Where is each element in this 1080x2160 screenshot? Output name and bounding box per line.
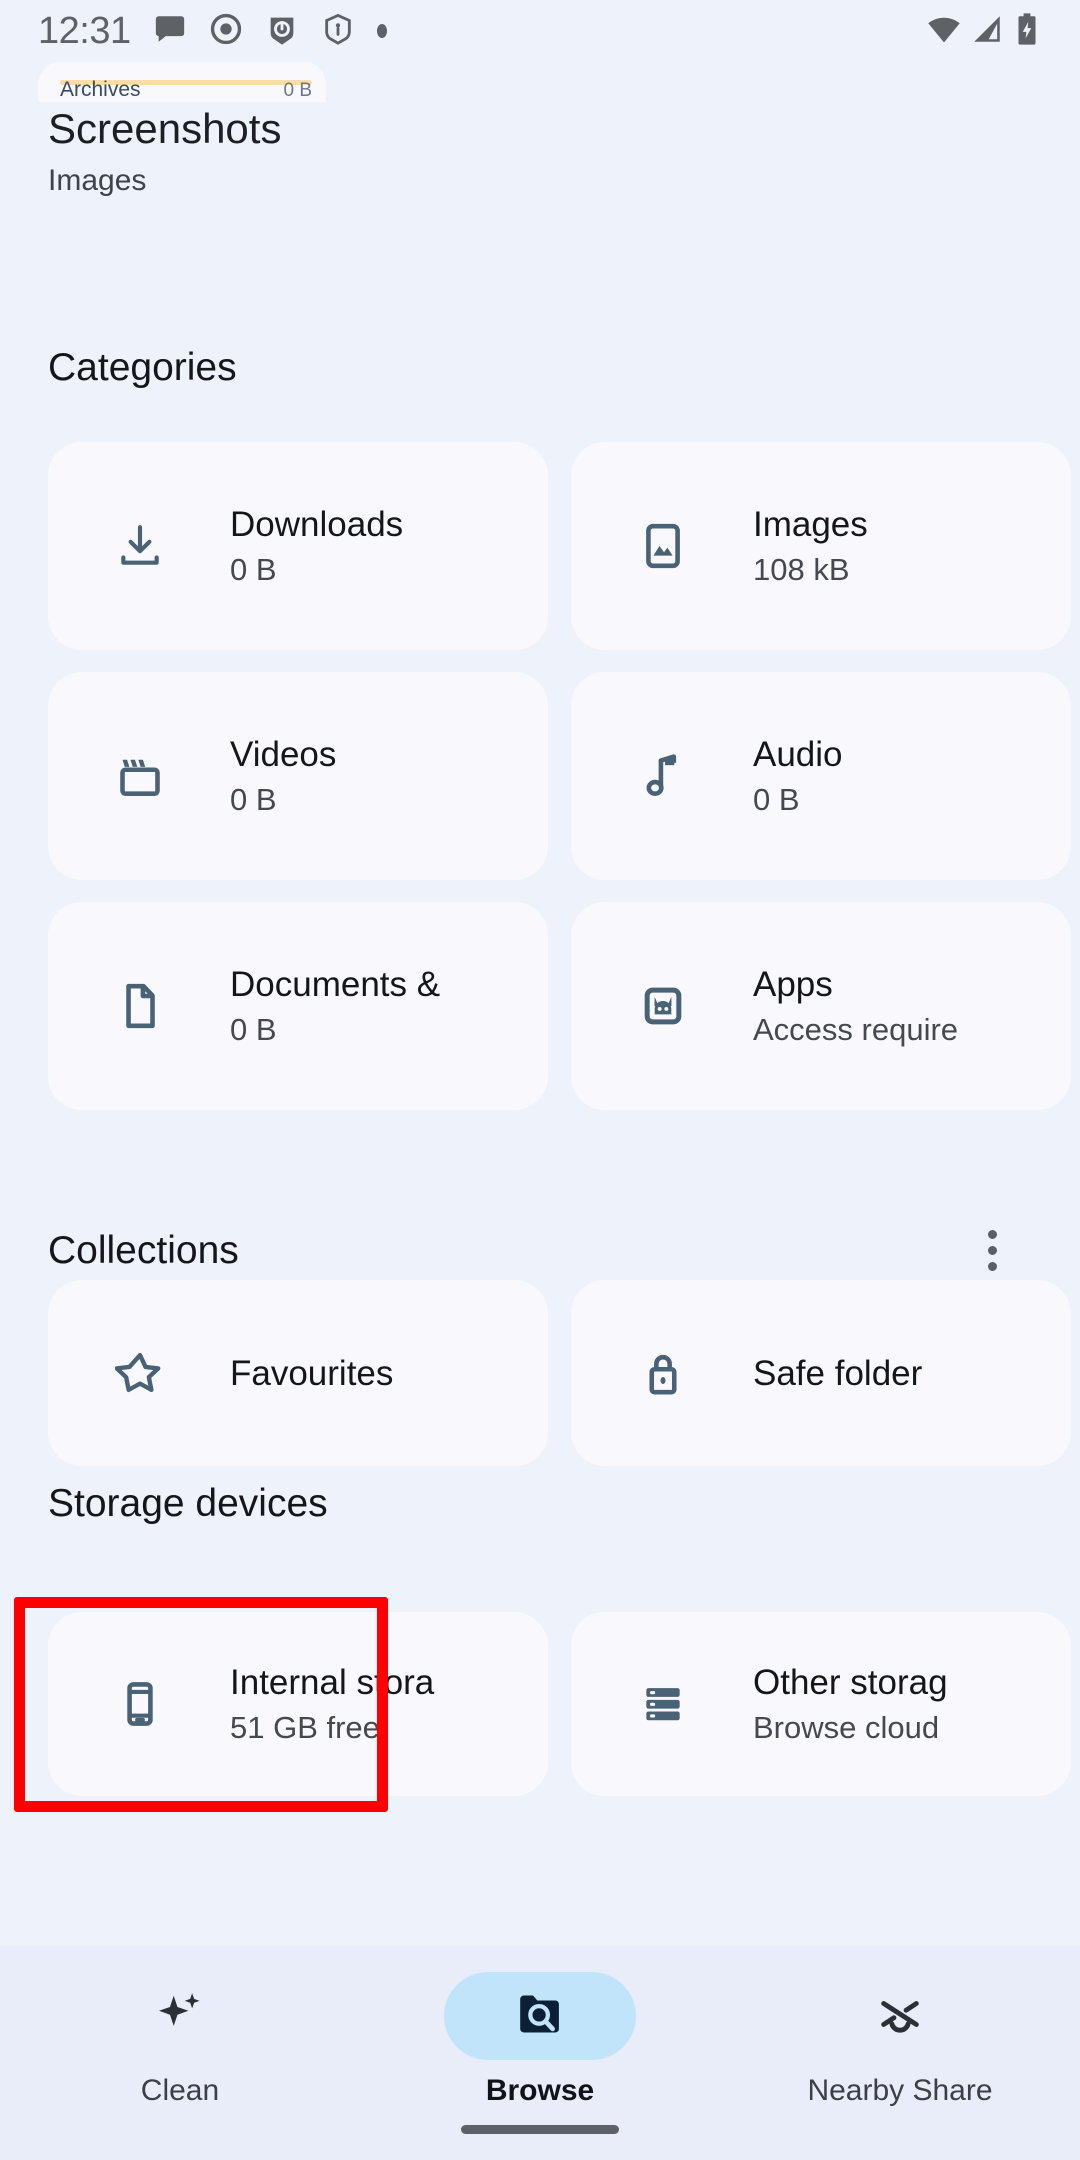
collections-section-header: Collections bbox=[0, 1218, 1080, 1282]
nav-item-clean[interactable]: Clean bbox=[0, 1972, 360, 2106]
collections-title: Collections bbox=[48, 1228, 239, 1272]
gesture-navigation-bar[interactable] bbox=[461, 2125, 619, 2134]
categories-section-header: Categories bbox=[0, 348, 1080, 387]
category-card-downloads[interactable]: Downloads 0 B bbox=[48, 442, 548, 650]
wifi-icon bbox=[926, 11, 962, 52]
collection-text: Favourites bbox=[230, 1356, 548, 1391]
category-text: Downloads 0 B bbox=[230, 505, 548, 588]
category-title: Images bbox=[753, 504, 868, 544]
page-title: Screenshots bbox=[48, 105, 282, 152]
document-icon bbox=[112, 978, 168, 1034]
category-size: 0 B bbox=[230, 781, 277, 817]
category-size: 0 B bbox=[230, 1011, 277, 1047]
category-title: Videos bbox=[230, 734, 337, 774]
server-icon bbox=[635, 1676, 691, 1732]
categories-title: Categories bbox=[48, 346, 237, 389]
collection-text: Safe folder bbox=[753, 1356, 1071, 1391]
category-text: Apps Access require bbox=[753, 965, 1071, 1048]
status-bar-right bbox=[926, 11, 1042, 52]
cellular-signal-icon bbox=[970, 12, 1004, 51]
page-subtitle: Images bbox=[48, 164, 147, 198]
collection-title: Favourites bbox=[230, 1355, 394, 1391]
image-icon bbox=[635, 518, 691, 574]
app-screen: Archives 0 B 12:31 Screenshots Images Ca… bbox=[0, 0, 1080, 2160]
category-status: Access require bbox=[753, 1011, 959, 1047]
category-title: Audio bbox=[753, 734, 843, 774]
phone-icon bbox=[112, 1676, 168, 1732]
category-card-apps[interactable]: Apps Access require bbox=[571, 902, 1071, 1110]
category-size: 108 kB bbox=[753, 551, 850, 587]
page-header: Screenshots Images bbox=[0, 105, 1080, 225]
storage-section-header: Storage devices bbox=[0, 1484, 1080, 1523]
download-icon bbox=[112, 518, 168, 574]
category-size: 0 B bbox=[230, 551, 277, 587]
storage-text: Internal stora 51 GB free bbox=[230, 1663, 548, 1746]
storage-card-other[interactable]: Other storag Browse cloud bbox=[571, 1612, 1071, 1796]
apps-icon bbox=[635, 978, 691, 1034]
category-text: Videos 0 B bbox=[230, 735, 548, 818]
status-bar-left: 12:31 bbox=[38, 12, 387, 51]
category-title: Documents & bbox=[230, 964, 441, 1004]
archives-size: 0 B bbox=[283, 80, 312, 101]
record-icon bbox=[209, 12, 243, 51]
category-text: Images 108 kB bbox=[753, 505, 1071, 588]
app-notification-icon bbox=[265, 12, 299, 51]
storage-title: Other storag bbox=[753, 1662, 948, 1702]
category-card-images[interactable]: Images 108 kB bbox=[571, 442, 1071, 650]
archives-row: Archives 0 B bbox=[60, 79, 312, 100]
shield-icon bbox=[321, 12, 355, 51]
category-card-audio[interactable]: Audio 0 B bbox=[571, 672, 1071, 880]
folder-search-icon bbox=[513, 1987, 567, 2046]
category-title: Downloads bbox=[230, 504, 404, 544]
nearby-share-icon bbox=[872, 1986, 928, 2047]
category-text: Audio 0 B bbox=[753, 735, 1071, 818]
storage-description: Browse cloud bbox=[753, 1709, 940, 1745]
archives-label: Archives bbox=[60, 78, 141, 101]
audio-icon bbox=[635, 748, 691, 804]
nav-label-browse: Browse bbox=[485, 2074, 595, 2107]
nav-item-browse[interactable]: Browse bbox=[360, 1972, 720, 2106]
storage-text: Other storag Browse cloud bbox=[753, 1663, 1071, 1746]
status-clock: 12:31 bbox=[38, 10, 131, 52]
video-icon bbox=[112, 748, 168, 804]
partial-archives-card[interactable]: Archives 0 B bbox=[38, 60, 326, 102]
collections-grid: Favourites Safe folder bbox=[0, 1280, 1080, 1466]
more-notifications-dot bbox=[376, 24, 387, 38]
battery-charging-icon bbox=[1012, 12, 1042, 51]
star-icon bbox=[112, 1345, 168, 1401]
categories-grid: Downloads 0 B Images 108 kB Videos 0 B A… bbox=[0, 442, 1080, 1110]
storage-devices-title: Storage devices bbox=[48, 1482, 328, 1525]
sparkle-icon bbox=[152, 1986, 208, 2047]
storage-title: Internal stora bbox=[230, 1662, 435, 1702]
category-card-videos[interactable]: Videos 0 B bbox=[48, 672, 548, 880]
storage-devices-grid: Internal stora 51 GB free Other storag B… bbox=[0, 1612, 1080, 1796]
more-vertical-icon[interactable] bbox=[960, 1218, 1024, 1282]
category-card-documents[interactable]: Documents & 0 B bbox=[48, 902, 548, 1110]
nav-pill-browse bbox=[444, 1972, 636, 2060]
nav-item-nearby-share[interactable]: Nearby Share bbox=[720, 1972, 1080, 2106]
message-icon bbox=[153, 12, 187, 51]
storage-card-internal[interactable]: Internal stora 51 GB free bbox=[48, 1612, 548, 1796]
category-title: Apps bbox=[753, 964, 833, 1004]
nav-label-nearby-share: Nearby Share bbox=[807, 2074, 993, 2107]
lock-icon bbox=[635, 1345, 691, 1401]
nav-pill-nearby-share bbox=[804, 1972, 996, 2060]
category-text: Documents & 0 B bbox=[230, 965, 548, 1048]
storage-free-space: 51 GB free bbox=[230, 1709, 380, 1745]
status-bar: 12:31 bbox=[0, 0, 1080, 62]
category-size: 0 B bbox=[753, 781, 800, 817]
collection-title: Safe folder bbox=[753, 1355, 923, 1391]
nav-pill-clean bbox=[84, 1972, 276, 2060]
collection-card-favourites[interactable]: Favourites bbox=[48, 1280, 548, 1466]
nav-label-clean: Clean bbox=[140, 2074, 220, 2107]
collection-card-safe-folder[interactable]: Safe folder bbox=[571, 1280, 1071, 1466]
